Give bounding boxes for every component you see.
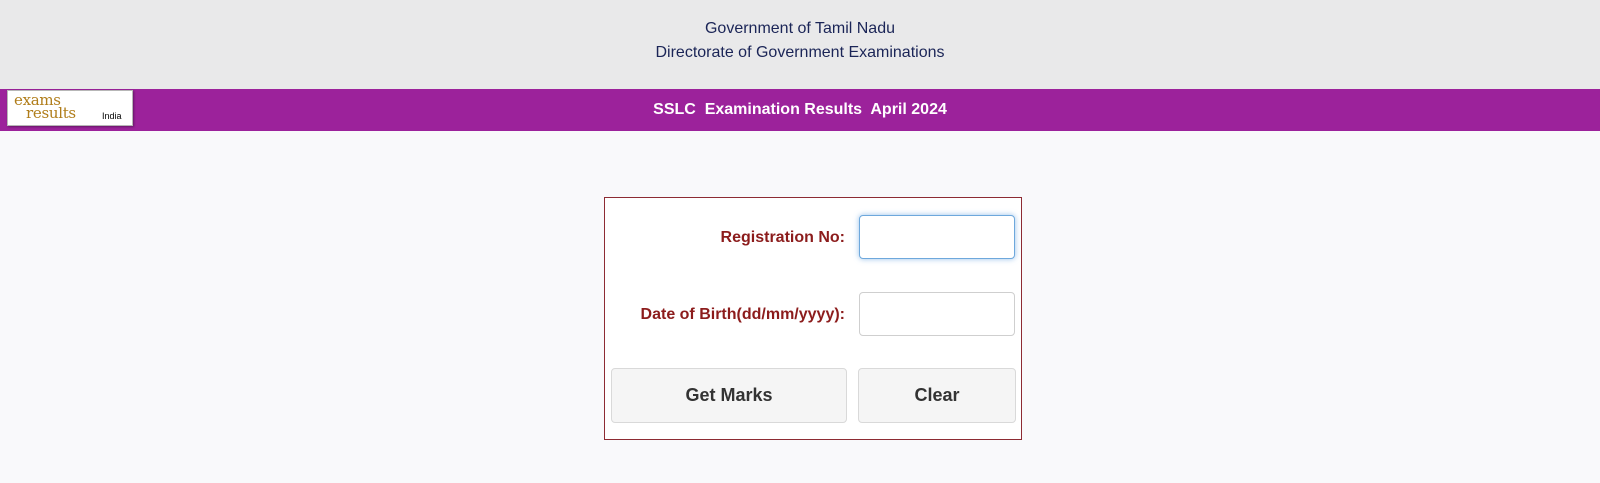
directorate-title: Directorate of Government Examinations (655, 44, 945, 61)
registration-input[interactable] (859, 215, 1015, 259)
logo-india-text: India (102, 111, 122, 121)
dob-input[interactable] (859, 292, 1015, 336)
page-header: Government of Tamil Nadu Directorate of … (0, 0, 1600, 89)
results-banner: SSLC Examination Results April 2024 (0, 89, 1600, 131)
government-title: Government of Tamil Nadu (704, 20, 895, 37)
exams-results-india-logo[interactable]: exams results India (7, 90, 133, 126)
dob-label: Date of Birth(dd/mm/yyyy): (640, 306, 845, 323)
get-marks-button[interactable]: Get Marks (611, 368, 847, 423)
registration-label: Registration No: (720, 229, 845, 246)
results-form: Registration No: Date of Birth(dd/mm/yyy… (604, 197, 1022, 440)
clear-button[interactable]: Clear (858, 368, 1016, 423)
banner-title: SSLC Examination Results April 2024 (653, 101, 947, 118)
logo-results-text: results (26, 104, 76, 122)
